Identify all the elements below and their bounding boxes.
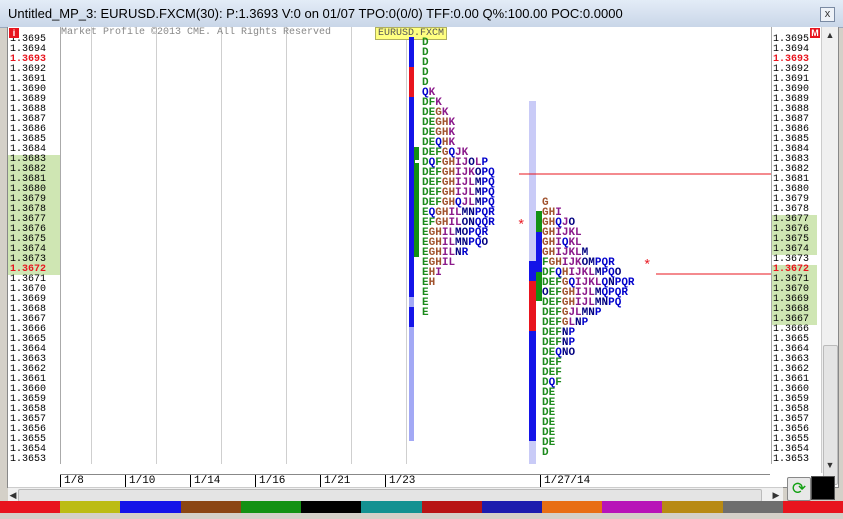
palette-swatch[interactable] [60,501,121,513]
value-bar-tick [415,160,419,163]
profile-1-row: E [422,307,429,319]
palette-swatch[interactable] [180,501,241,513]
value-bar-blue [409,97,414,297]
market-profile-chart[interactable]: Market Profile ©2013 CME. All Rights Res… [60,27,772,464]
mode-badge[interactable]: M [810,28,820,38]
palette-swatch[interactable] [722,501,783,513]
poc-marker: * [517,218,525,234]
refresh-icon[interactable]: ⟳ [787,477,811,501]
scroll-up-icon[interactable]: ▲ [822,27,838,43]
price-axis-left: 1.3695 1.3694 1.3693 1.3692 1.3691 1.3690 1.36… [8,27,60,465]
palette-swatch[interactable] [481,501,542,513]
value-bar-blue [409,307,414,327]
palette-swatch[interactable] [301,501,362,513]
price-axis-right: 1.3695 1.3694 1.3693 1.3692 1.3691 1.3690 1.36… [771,27,823,465]
palette-swatch[interactable] [541,501,603,513]
color-swatch[interactable] [811,476,835,500]
color-palette[interactable] [0,501,843,513]
value-bar-red [409,67,414,97]
date-axis: 1/8 1/10 1/14 1/16 1/21 1/23 1/27/14 [60,474,770,488]
profile-2-row: D [542,447,549,459]
palette-swatch[interactable] [361,501,422,513]
value-bar-blue [409,37,414,67]
window-title: Untitled_MP_3: EURUSD.FXCM(30): P:1.3693… [8,6,623,21]
scroll-down-icon[interactable]: ▼ [822,457,838,473]
price-label: 1.3653 [773,454,810,465]
palette-swatch[interactable] [120,501,181,513]
info-badge[interactable]: i [9,28,19,38]
palette-swatch[interactable] [662,501,723,513]
value-bar-red [529,281,536,331]
close-button[interactable]: x [820,7,835,22]
palette-swatch[interactable] [0,501,61,513]
palette-swatch[interactable] [782,501,843,513]
window-titlebar: Untitled_MP_3: EURUSD.FXCM(30): P:1.3693… [0,0,843,28]
horizontal-scrollbar[interactable]: ◀ ▶ [8,487,783,502]
value-bar-green [414,147,419,257]
palette-swatch[interactable] [421,501,482,513]
palette-swatch[interactable] [602,501,663,513]
price-label: 1.3653 [10,454,47,465]
palette-swatch[interactable] [240,501,302,513]
poc-marker: * [643,258,651,274]
vertical-scrollbar[interactable]: ▲ ▼ [821,27,838,485]
profile-svg: DDDDDQKDFKDEGKDEGHKDEGHKDEQHKDEFGQJKDQFG… [409,37,771,464]
